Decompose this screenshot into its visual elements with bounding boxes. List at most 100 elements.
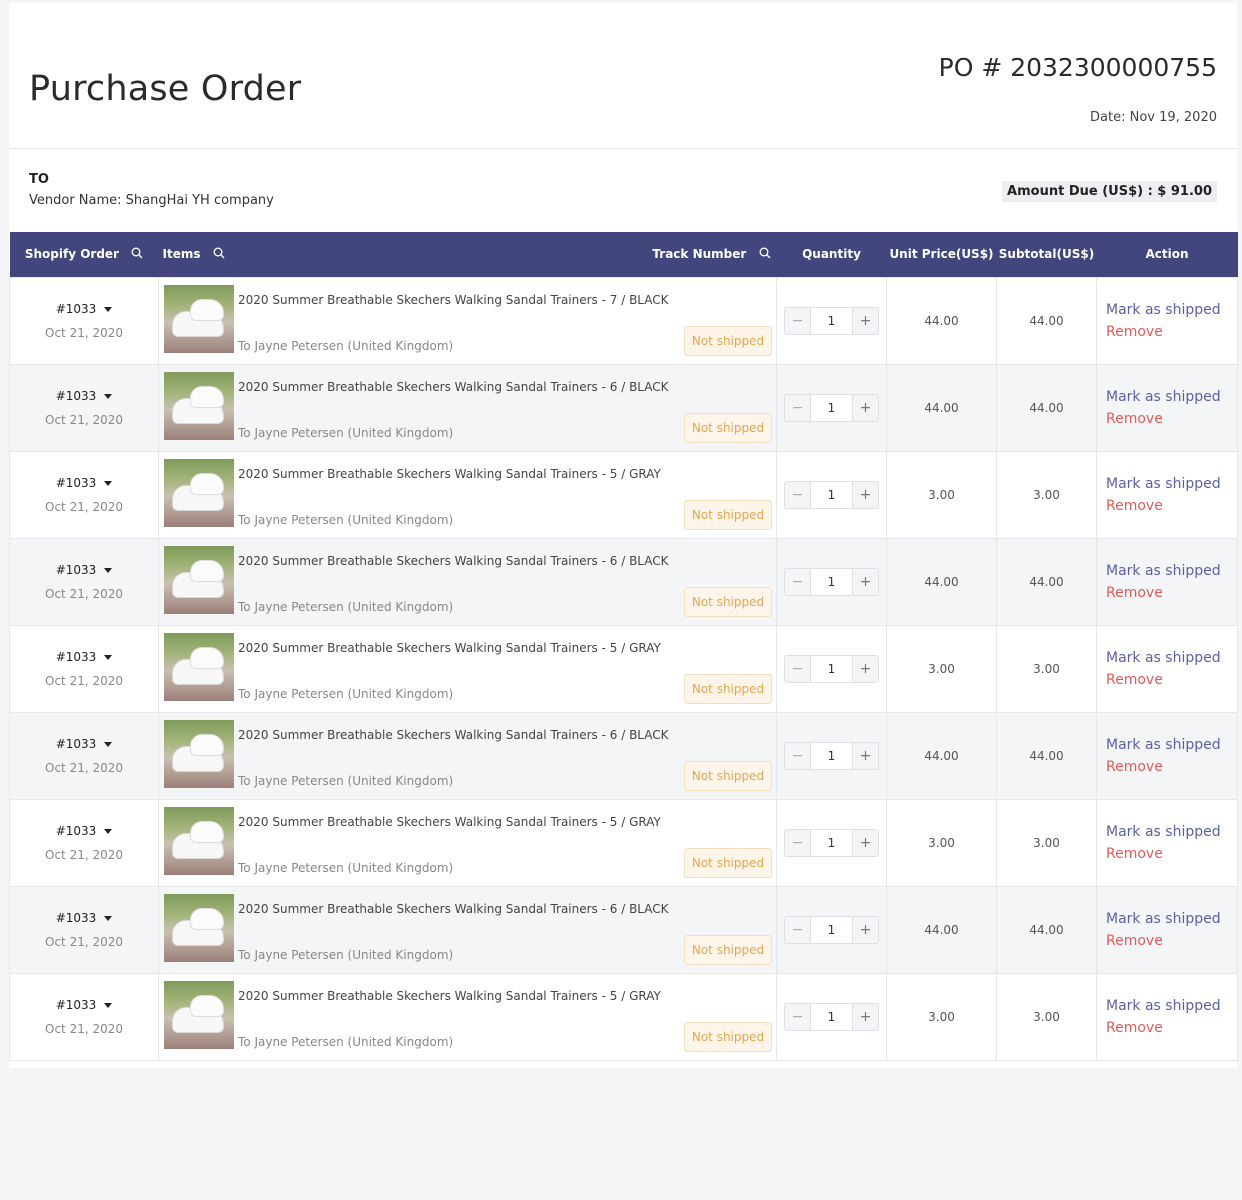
item-title: 2020 Summer Breathable Skechers Walking … bbox=[238, 727, 669, 742]
item-title: 2020 Summer Breathable Skechers Walking … bbox=[238, 292, 669, 307]
increment-button[interactable]: + bbox=[852, 481, 878, 508]
product-thumbnail[interactable] bbox=[164, 806, 234, 875]
order-cell: #1033 Oct 21, 2020 bbox=[9, 537, 159, 626]
quantity-value[interactable]: 1 bbox=[811, 743, 852, 769]
quantity-value[interactable]: 1 bbox=[811, 1004, 852, 1030]
mark-as-shipped-link[interactable]: Mark as shipped bbox=[1106, 911, 1237, 927]
order-cell: #1033 Oct 21, 2020 bbox=[9, 711, 159, 800]
mark-as-shipped-link[interactable]: Mark as shipped bbox=[1106, 650, 1237, 666]
product-thumbnail[interactable] bbox=[164, 632, 234, 701]
decrement-button[interactable]: − bbox=[785, 742, 811, 769]
quantity-value[interactable]: 1 bbox=[811, 482, 852, 508]
quantity-value[interactable]: 1 bbox=[811, 395, 852, 421]
remove-link[interactable]: Remove bbox=[1106, 411, 1237, 427]
remove-link[interactable]: Remove bbox=[1106, 759, 1237, 775]
increment-button[interactable]: + bbox=[852, 655, 878, 682]
quantity-stepper[interactable]: − 1 + bbox=[784, 393, 879, 422]
product-thumbnail[interactable] bbox=[164, 893, 234, 962]
remove-link[interactable]: Remove bbox=[1106, 1020, 1237, 1036]
caret-down-icon[interactable] bbox=[104, 828, 113, 834]
quantity-value[interactable]: 1 bbox=[811, 830, 852, 856]
increment-button[interactable]: + bbox=[852, 829, 878, 856]
search-icon[interactable] bbox=[759, 247, 771, 262]
quantity-value[interactable]: 1 bbox=[811, 917, 852, 943]
decrement-button[interactable]: − bbox=[785, 829, 811, 856]
caret-down-icon[interactable] bbox=[104, 654, 113, 660]
quantity-value[interactable]: 1 bbox=[811, 569, 852, 595]
remove-link[interactable]: Remove bbox=[1106, 585, 1237, 601]
increment-button[interactable]: + bbox=[852, 1003, 878, 1030]
column-shopify-order[interactable]: Shopify Order bbox=[10, 232, 159, 277]
decrement-button[interactable]: − bbox=[785, 655, 811, 682]
order-dropdown[interactable]: #1033 bbox=[10, 389, 158, 403]
decrement-button[interactable]: − bbox=[785, 481, 811, 508]
search-icon[interactable] bbox=[213, 247, 225, 262]
decrement-button[interactable]: − bbox=[785, 394, 811, 421]
remove-link[interactable]: Remove bbox=[1106, 672, 1237, 688]
order-dropdown[interactable]: #1033 bbox=[10, 737, 158, 751]
caret-down-icon[interactable] bbox=[104, 1002, 113, 1008]
caret-down-icon[interactable] bbox=[104, 915, 113, 921]
product-thumbnail[interactable] bbox=[164, 545, 234, 614]
quantity-stepper[interactable]: − 1 + bbox=[784, 828, 879, 857]
order-dropdown[interactable]: #1033 bbox=[10, 563, 158, 577]
mark-as-shipped-link[interactable]: Mark as shipped bbox=[1106, 998, 1237, 1014]
increment-button[interactable]: + bbox=[852, 916, 878, 943]
header-divider bbox=[9, 148, 1237, 149]
order-dropdown[interactable]: #1033 bbox=[10, 998, 158, 1012]
order-dropdown[interactable]: #1033 bbox=[10, 824, 158, 838]
quantity-value[interactable]: 1 bbox=[811, 308, 852, 334]
decrement-button[interactable]: − bbox=[785, 916, 811, 943]
caret-down-icon[interactable] bbox=[104, 306, 113, 312]
caret-down-icon[interactable] bbox=[104, 480, 113, 486]
quantity-stepper[interactable]: − 1 + bbox=[784, 567, 879, 596]
mark-as-shipped-link[interactable]: Mark as shipped bbox=[1106, 563, 1237, 579]
decrement-button[interactable]: − bbox=[785, 568, 811, 595]
quantity-stepper[interactable]: − 1 + bbox=[784, 654, 879, 683]
product-thumbnail[interactable] bbox=[164, 458, 234, 527]
column-items[interactable]: Items Track Number bbox=[159, 232, 777, 277]
remove-link[interactable]: Remove bbox=[1106, 324, 1237, 340]
caret-down-icon[interactable] bbox=[104, 567, 113, 573]
order-dropdown[interactable]: #1033 bbox=[10, 650, 158, 664]
quantity-cell: − 1 + bbox=[776, 276, 887, 365]
mark-as-shipped-link[interactable]: Mark as shipped bbox=[1106, 302, 1237, 318]
column-track-number[interactable]: Track Number bbox=[652, 247, 776, 262]
decrement-button[interactable]: − bbox=[785, 1003, 811, 1030]
remove-link[interactable]: Remove bbox=[1106, 498, 1237, 514]
quantity-cell: − 1 + bbox=[776, 972, 887, 1061]
mark-as-shipped-link[interactable]: Mark as shipped bbox=[1106, 389, 1237, 405]
decrement-button[interactable]: − bbox=[785, 307, 811, 334]
increment-button[interactable]: + bbox=[852, 394, 878, 421]
table-row: #1033 Oct 21, 2020 2020 Summer Breathabl… bbox=[9, 972, 1238, 1061]
quantity-stepper[interactable]: − 1 + bbox=[784, 306, 879, 335]
order-dropdown[interactable]: #1033 bbox=[10, 911, 158, 925]
caret-down-icon[interactable] bbox=[104, 741, 113, 747]
quantity-value[interactable]: 1 bbox=[811, 656, 852, 682]
search-icon[interactable] bbox=[131, 247, 143, 262]
item-title: 2020 Summer Breathable Skechers Walking … bbox=[238, 553, 669, 568]
increment-button[interactable]: + bbox=[852, 307, 878, 334]
quantity-stepper[interactable]: − 1 + bbox=[784, 915, 879, 944]
status-badge: Not shipped bbox=[684, 934, 772, 965]
mark-as-shipped-link[interactable]: Mark as shipped bbox=[1106, 737, 1237, 753]
product-thumbnail[interactable] bbox=[164, 284, 234, 353]
order-dropdown[interactable]: #1033 bbox=[10, 476, 158, 490]
caret-down-icon[interactable] bbox=[104, 393, 113, 399]
quantity-stepper[interactable]: − 1 + bbox=[784, 741, 879, 770]
quantity-stepper[interactable]: − 1 + bbox=[784, 480, 879, 509]
table-row: #1033 Oct 21, 2020 2020 Summer Breathabl… bbox=[9, 276, 1238, 365]
product-thumbnail[interactable] bbox=[164, 719, 234, 788]
quantity-cell: − 1 + bbox=[776, 711, 887, 800]
quantity-stepper[interactable]: − 1 + bbox=[784, 1002, 879, 1031]
remove-link[interactable]: Remove bbox=[1106, 933, 1237, 949]
product-thumbnail[interactable] bbox=[164, 980, 234, 1049]
table-row: #1033 Oct 21, 2020 2020 Summer Breathabl… bbox=[9, 363, 1238, 452]
order-dropdown[interactable]: #1033 bbox=[10, 302, 158, 316]
mark-as-shipped-link[interactable]: Mark as shipped bbox=[1106, 476, 1237, 492]
product-thumbnail[interactable] bbox=[164, 371, 234, 440]
mark-as-shipped-link[interactable]: Mark as shipped bbox=[1106, 824, 1237, 840]
increment-button[interactable]: + bbox=[852, 568, 878, 595]
increment-button[interactable]: + bbox=[852, 742, 878, 769]
remove-link[interactable]: Remove bbox=[1106, 846, 1237, 862]
